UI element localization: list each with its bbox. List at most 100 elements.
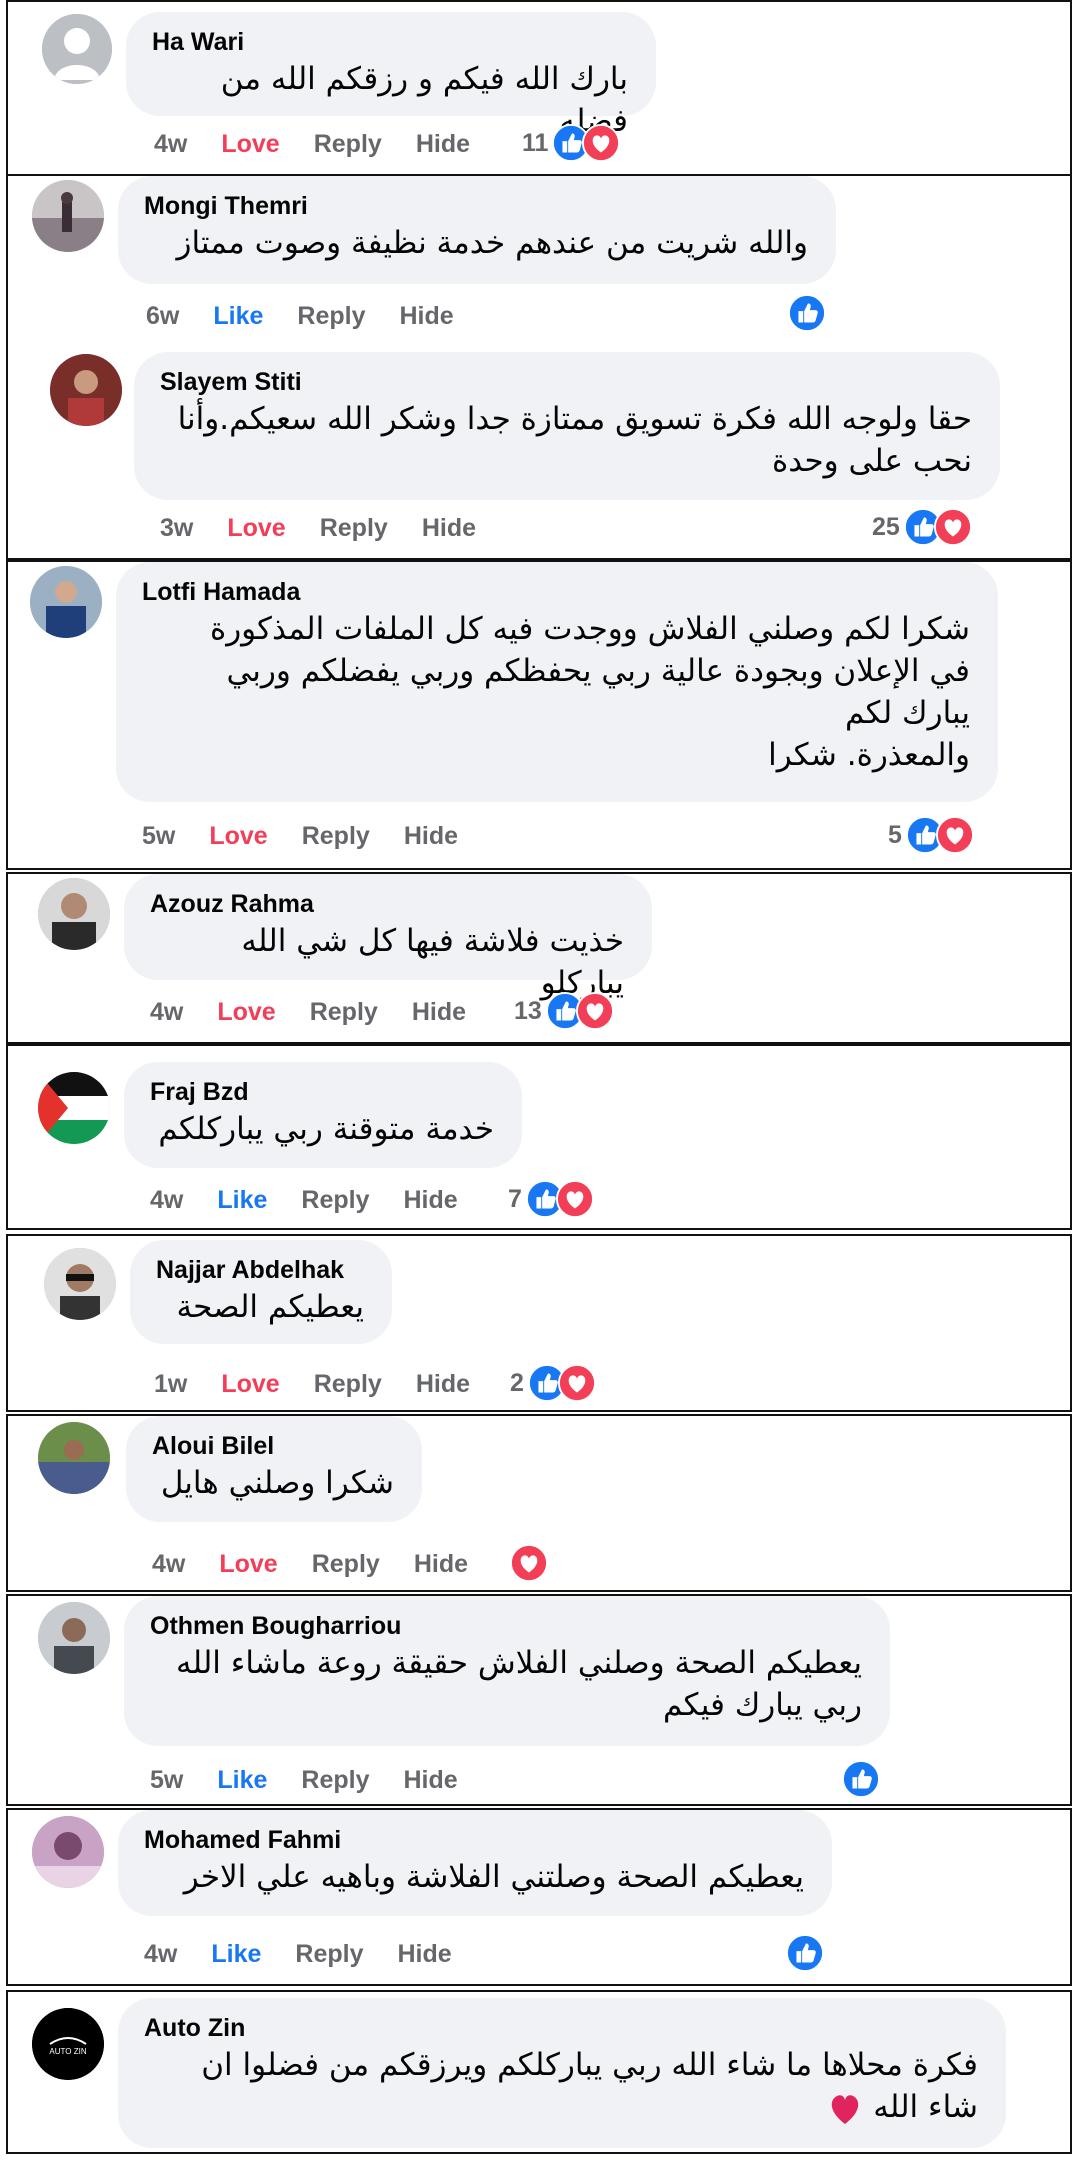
like-button[interactable]: Like <box>217 1766 267 1795</box>
reply-button[interactable]: Reply <box>301 1766 369 1795</box>
avatar[interactable] <box>30 566 102 638</box>
comment-panel: Fraj Bzd خدمة متوقنة ربي يباركلكم 4w Lik… <box>6 1044 1072 1230</box>
comment-panel: Najjar Abdelhak يعطيكم الصحة 1w Love Rep… <box>6 1234 1072 1412</box>
love-button[interactable]: Love <box>221 1370 279 1399</box>
comment-actions: 4w Love Reply Hide <box>150 998 500 1027</box>
commenter-name[interactable]: Aloui Bilel <box>152 1430 394 1462</box>
comment-bubble: Slayem Stiti حقا ولوجه الله فكرة تسويق م… <box>134 352 1000 500</box>
comment-line: يعطيكم الصحة <box>176 1289 364 1325</box>
commenter-name[interactable]: Mongi Themri <box>144 190 808 222</box>
svg-text:AUTO ZIN: AUTO ZIN <box>49 2047 86 2056</box>
avatar[interactable] <box>32 180 104 252</box>
like-button[interactable]: Like <box>213 302 263 331</box>
hide-button[interactable]: Hide <box>403 1766 457 1795</box>
hide-button[interactable]: Hide <box>404 822 458 851</box>
hide-button[interactable]: Hide <box>422 514 476 543</box>
comment-panel: Mohamed Fahmi يعطيكم الصحة وصلتني الفلاش… <box>6 1808 1072 1986</box>
like-button[interactable]: Like <box>217 1186 267 1215</box>
hide-button[interactable]: Hide <box>397 1940 451 1969</box>
comment-line: شاء الله <box>873 2089 978 2125</box>
reaction-summary[interactable] <box>842 1760 880 1798</box>
reply-button[interactable]: Reply <box>302 822 370 851</box>
avatar[interactable] <box>38 1422 110 1494</box>
comment-time[interactable]: 4w <box>150 998 183 1027</box>
hide-button[interactable]: Hide <box>416 130 470 159</box>
comment-time[interactable]: 4w <box>144 1940 177 1969</box>
reply-button[interactable]: Reply <box>297 302 365 331</box>
comment-time[interactable]: 6w <box>146 302 179 331</box>
reaction-count: 11 <box>522 128 549 157</box>
comment-text: شكرا لكم وصلني الفلاش ووجدت فيه كل الملف… <box>142 608 970 776</box>
reply-button[interactable]: Reply <box>295 1940 363 1969</box>
comment-line: والله شريت من عندهم خدمة نظيفة وصوت ممتا… <box>176 225 808 261</box>
comment-time[interactable]: 4w <box>152 1550 185 1579</box>
reply-button[interactable]: Reply <box>320 514 388 543</box>
commenter-name[interactable]: Fraj Bzd <box>150 1076 494 1108</box>
commenter-name[interactable]: Azouz Rahma <box>150 888 624 920</box>
comment-bubble: Ha Wari بارك الله فيكم و رزقكم الله من ف… <box>126 12 656 139</box>
love-button[interactable]: Love <box>227 514 285 543</box>
red-heart-emoji-icon <box>832 2094 859 2124</box>
commenter-name[interactable]: Ha Wari <box>152 26 628 58</box>
reaction-summary[interactable]: 25 <box>872 508 972 546</box>
avatar[interactable] <box>38 878 110 950</box>
comment-text: شكرا وصلني هايل <box>152 1462 394 1504</box>
avatar[interactable]: AUTO ZIN <box>32 2008 104 2080</box>
comment-time[interactable]: 5w <box>142 822 175 851</box>
avatar[interactable] <box>42 14 112 84</box>
reply-button[interactable]: Reply <box>314 1370 382 1399</box>
like-button[interactable]: Like <box>211 1940 261 1969</box>
comment-time[interactable]: 4w <box>150 1186 183 1215</box>
reaction-summary[interactable] <box>788 294 826 332</box>
comment-line: والمعذرة. شكرا <box>768 737 970 773</box>
reaction-count: 7 <box>508 1184 522 1213</box>
love-button[interactable]: Love <box>209 822 267 851</box>
comment-text: حقا ولوجه الله فكرة تسويق ممتازة جدا وشك… <box>160 398 972 482</box>
comment-bubble: Azouz Rahma خذيت فلاشة فيها كل شي الله ي… <box>124 874 652 1001</box>
reaction-summary[interactable]: 11 <box>522 124 621 162</box>
reply-button[interactable]: Reply <box>314 130 382 159</box>
avatar[interactable] <box>38 1602 110 1674</box>
comment-time[interactable]: 5w <box>150 1766 183 1795</box>
hide-button[interactable]: Hide <box>414 1550 468 1579</box>
commenter-name[interactable]: Mohamed Fahmi <box>144 1824 804 1856</box>
comment-time[interactable]: 1w <box>154 1370 187 1399</box>
reply-button[interactable]: Reply <box>310 998 378 1027</box>
commenter-name[interactable]: Othmen Bougharriou <box>150 1610 862 1642</box>
comment-time[interactable]: 3w <box>160 514 193 543</box>
comment-line-with-emoji: شاء الله <box>144 2086 978 2128</box>
love-button[interactable]: Love <box>217 998 275 1027</box>
hide-button[interactable]: Hide <box>412 998 466 1027</box>
hide-button[interactable]: Hide <box>399 302 453 331</box>
profile-photo <box>38 878 110 950</box>
reply-button[interactable]: Reply <box>312 1550 380 1579</box>
reaction-summary[interactable] <box>786 1934 824 1972</box>
commenter-name[interactable]: Slayem Stiti <box>160 366 972 398</box>
love-button[interactable]: Love <box>219 1550 277 1579</box>
reaction-summary[interactable]: 13 <box>514 992 614 1030</box>
commenter-name[interactable]: Najjar Abdelhak <box>156 1254 364 1286</box>
avatar[interactable] <box>38 1072 110 1144</box>
like-reaction-icon <box>786 1934 824 1972</box>
reaction-summary[interactable]: 2 <box>510 1364 596 1402</box>
reaction-summary[interactable] <box>510 1544 548 1582</box>
profile-photo <box>38 1602 110 1674</box>
profile-photo <box>50 354 122 426</box>
hide-button[interactable]: Hide <box>403 1186 457 1215</box>
like-reaction-icon <box>788 294 826 332</box>
comment-panel: Azouz Rahma خذيت فلاشة فيها كل شي الله ي… <box>6 872 1072 1044</box>
reaction-count: 5 <box>888 820 902 849</box>
commenter-name[interactable]: Lotfi Hamada <box>142 576 970 608</box>
comment-line: في الإعلان وبجودة عالية ربي يحفظكم وربي … <box>226 653 970 689</box>
reaction-summary[interactable]: 7 <box>508 1180 594 1218</box>
avatar[interactable] <box>32 1816 104 1888</box>
avatar[interactable] <box>44 1248 116 1320</box>
comment-actions: 4w Love Reply Hide <box>154 130 504 159</box>
love-button[interactable]: Love <box>221 130 279 159</box>
hide-button[interactable]: Hide <box>416 1370 470 1399</box>
reply-button[interactable]: Reply <box>301 1186 369 1215</box>
comment-time[interactable]: 4w <box>154 130 187 159</box>
reaction-summary[interactable]: 5 <box>888 816 974 854</box>
commenter-name[interactable]: Auto Zin <box>144 2012 978 2044</box>
avatar[interactable] <box>50 354 122 426</box>
